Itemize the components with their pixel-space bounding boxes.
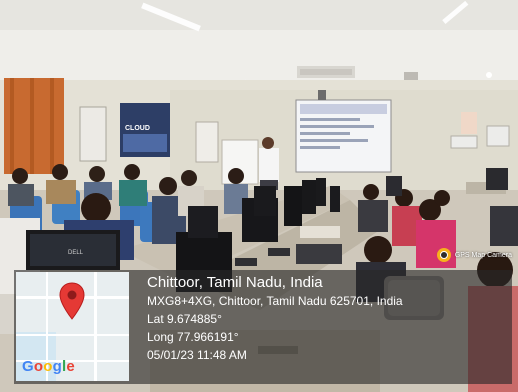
poster-title: CLOUD [125,125,150,132]
google-logo: Google [22,358,75,375]
location-map: Google [16,272,129,381]
datetime-text: 05/01/23 11:48 AM [147,348,247,362]
gps-camera-label: GPS Map Camera [454,251,512,259]
photo-frame: CLOUD DELL GPS Map Camera Google Chittoo… [0,0,518,392]
svg-text:DELL: DELL [68,250,84,256]
longitude-text: Long 77.966191° [147,330,239,344]
gps-camera-watermark: GPS Map Camera [436,247,512,263]
address-text: MXG8+4XG, Chittoor, Tamil Nadu 625701, I… [147,294,403,308]
place-name: Chittoor, Tamil Nadu, India [147,274,323,291]
map-pin-icon [59,282,85,320]
gps-map-camera-icon [436,248,451,262]
latitude-text: Lat 9.674885° [147,312,222,326]
geotag-info: Chittoor, Tamil Nadu, India MXG8+4XG, Ch… [147,274,403,364]
